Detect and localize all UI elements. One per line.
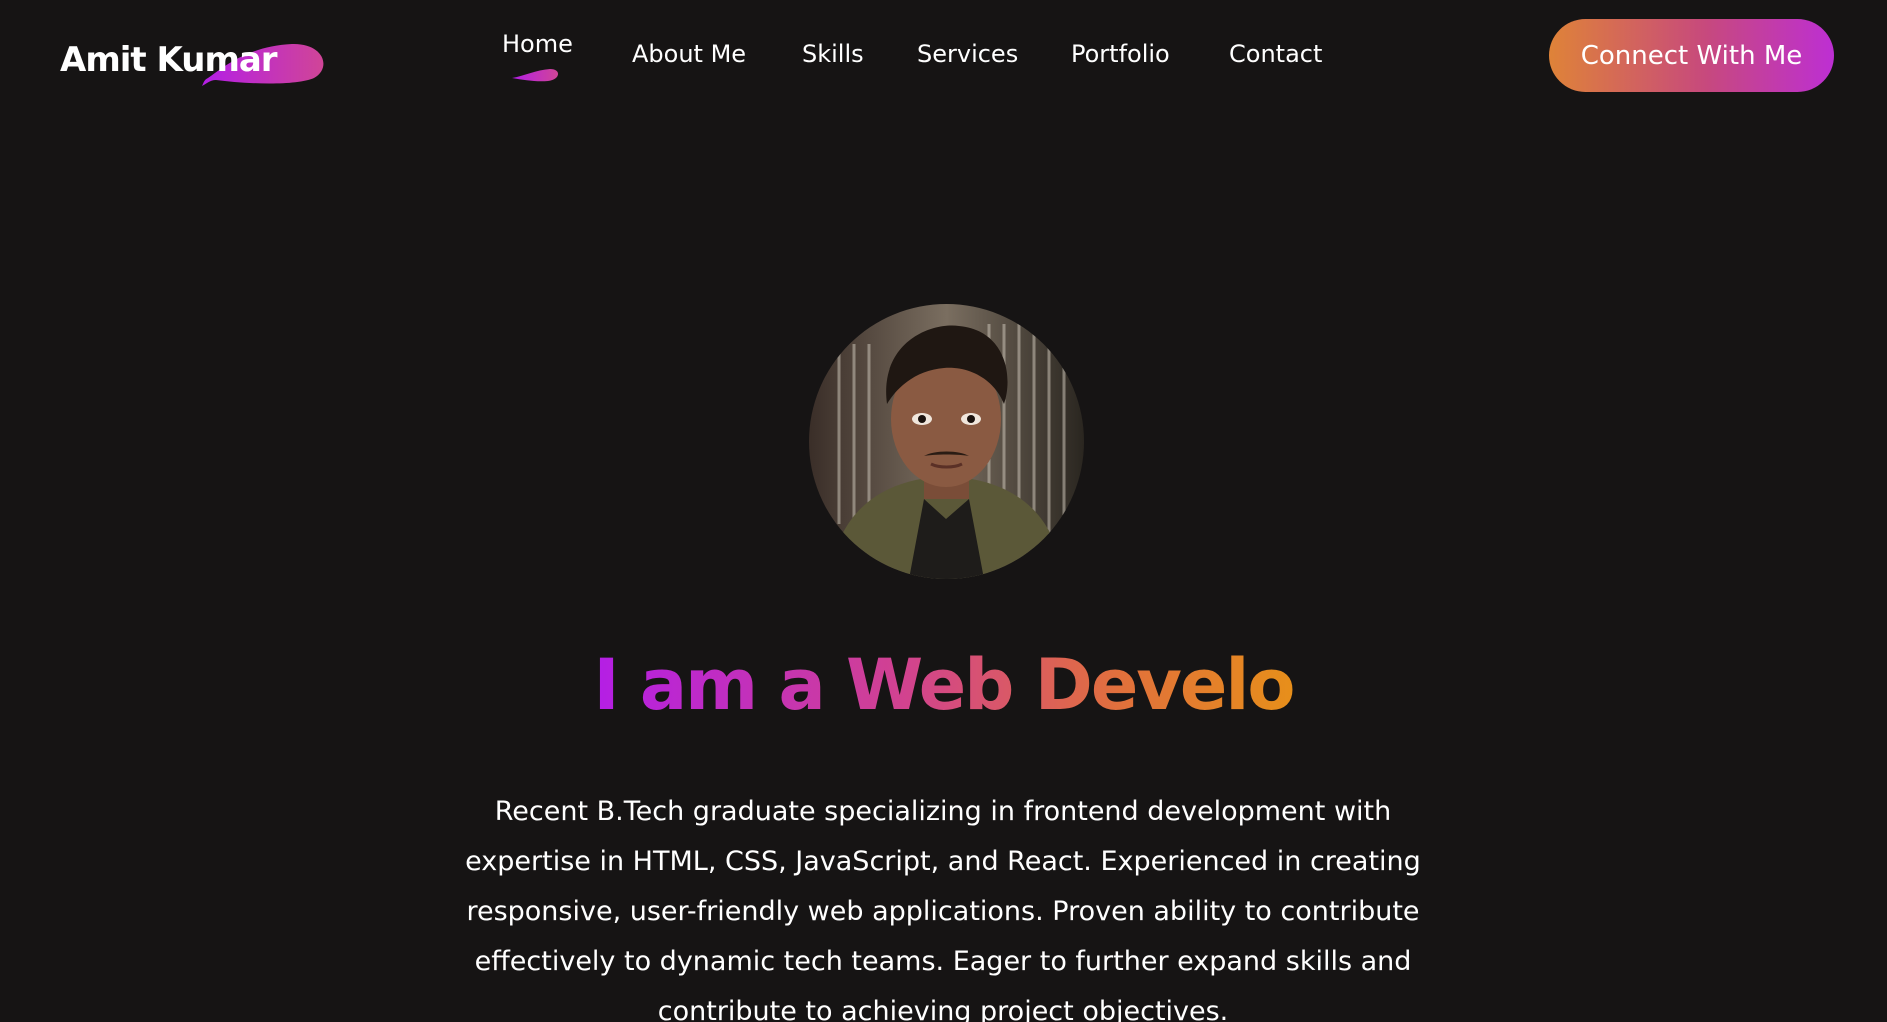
active-nav-indicator bbox=[512, 69, 559, 82]
portfolio-page: Amit Kumar Home About Me Skills Services… bbox=[0, 0, 1887, 1022]
logo[interactable]: Amit Kumar bbox=[60, 36, 324, 86]
navbar: Amit Kumar Home About Me Skills Services… bbox=[0, 0, 1887, 112]
profile-avatar bbox=[809, 304, 1084, 579]
connect-with-me-button[interactable]: Connect With Me bbox=[1549, 19, 1834, 92]
nav-item-skills[interactable]: Skills bbox=[802, 40, 864, 68]
nav-item-services[interactable]: Services bbox=[917, 40, 1018, 68]
hero-bio: Recent B.Tech graduate specializing in f… bbox=[465, 796, 1421, 1022]
logo-text: Amit Kumar bbox=[60, 40, 278, 80]
hero-headline-text: I am a Web Develo bbox=[593, 644, 1295, 726]
profile-photo bbox=[809, 304, 1084, 579]
nav-item-contact[interactable]: Contact bbox=[1229, 40, 1322, 68]
hero-headline: I am a Web Develo bbox=[0, 640, 1887, 730]
nav-item-home[interactable]: Home bbox=[502, 30, 573, 58]
nav-item-about-me[interactable]: About Me bbox=[632, 40, 746, 68]
nav-item-portfolio[interactable]: Portfolio bbox=[1071, 40, 1170, 68]
